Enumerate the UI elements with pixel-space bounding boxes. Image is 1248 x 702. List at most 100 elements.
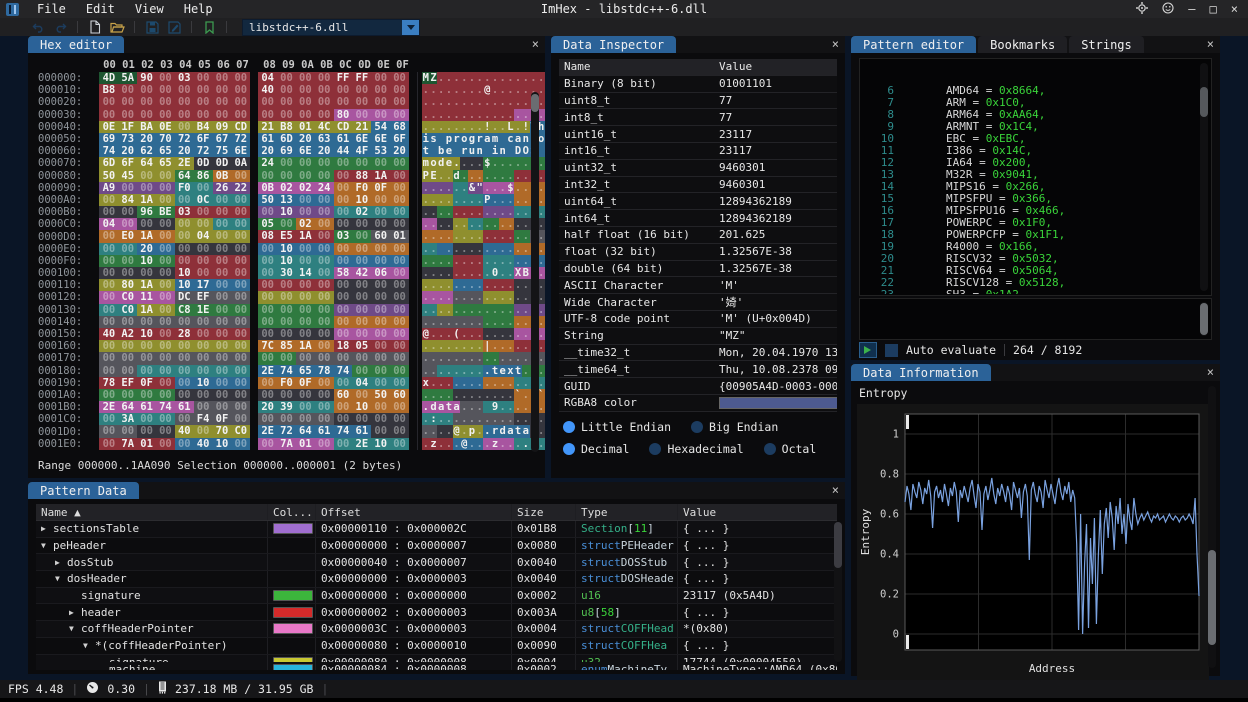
hex-byte[interactable]: 85: [277, 340, 296, 352]
hex-byte[interactable]: 65: [296, 365, 315, 377]
hex-byte[interactable]: 00: [315, 413, 334, 425]
hex-byte[interactable]: 00: [371, 413, 390, 425]
hex-row[interactable]: 000120:00C01100DCEF00000000000000000000.…: [28, 291, 545, 303]
code-line[interactable]: 6AMD64 = 0x8664,: [860, 85, 1211, 97]
hex-byte[interactable]: 00: [258, 170, 277, 182]
inspector-row[interactable]: Wide Character'婍': [559, 294, 837, 311]
hex-byte[interactable]: 00: [118, 96, 137, 108]
hex-byte[interactable]: A9: [99, 182, 118, 194]
hex-byte[interactable]: 00: [213, 365, 232, 377]
hex-byte[interactable]: 6D: [99, 157, 118, 169]
pattern-data-row[interactable]: signature0x00000000 : 0x00000000x0002u16…: [36, 588, 837, 605]
hex-byte[interactable]: 00: [334, 170, 353, 182]
hex-byte[interactable]: 00: [118, 218, 137, 230]
hex-byte[interactable]: 00: [371, 72, 390, 84]
hex-byte[interactable]: 00: [258, 109, 277, 121]
hex-byte[interactable]: 28: [175, 328, 194, 340]
hex-byte[interactable]: 00: [156, 84, 175, 96]
hex-byte[interactable]: 20: [296, 133, 315, 145]
hex-byte[interactable]: 00: [213, 243, 232, 255]
hex-row[interactable]: 000110:00801A00101700000000000000000000.…: [28, 279, 545, 291]
close-icon[interactable]: ×: [832, 37, 839, 51]
pattern-data-col-offset[interactable]: Offset: [316, 504, 512, 520]
hex-byte[interactable]: 21: [258, 121, 277, 133]
inspector-row[interactable]: GUID{00905A4D-0003-0000-0: [559, 378, 837, 395]
hex-byte[interactable]: 24: [315, 182, 334, 194]
close-icon[interactable]: ×: [832, 483, 839, 497]
hex-byte[interactable]: 00: [352, 218, 371, 230]
hex-byte[interactable]: 00: [137, 109, 156, 121]
hex-byte[interactable]: 00: [390, 170, 409, 182]
close-button[interactable]: ×: [1231, 2, 1238, 16]
hex-byte[interactable]: 00: [137, 340, 156, 352]
hex-row[interactable]: 000190:78EF0F000010000000F00F0000040000x…: [28, 377, 545, 389]
hex-byte[interactable]: 00: [315, 72, 334, 84]
hex-byte[interactable]: 00: [390, 84, 409, 96]
hex-byte[interactable]: 6D: [277, 133, 296, 145]
code-line[interactable]: 9ARMNT = 0x1C4,: [860, 121, 1211, 133]
hex-byte[interactable]: 00: [118, 389, 137, 401]
hex-byte[interactable]: 00: [137, 352, 156, 364]
hex-byte[interactable]: 00: [277, 328, 296, 340]
hex-byte[interactable]: 74: [334, 365, 353, 377]
hex-byte[interactable]: 00: [390, 206, 409, 218]
hex-byte[interactable]: 10: [277, 255, 296, 267]
hex-byte[interactable]: 0D: [194, 157, 213, 169]
hex-byte[interactable]: 00: [315, 389, 334, 401]
hex-byte[interactable]: F0: [277, 377, 296, 389]
hex-byte[interactable]: 00: [277, 304, 296, 316]
hex-byte[interactable]: 00: [334, 96, 353, 108]
hex-byte[interactable]: 00: [390, 377, 409, 389]
hex-byte[interactable]: FF: [334, 72, 353, 84]
hex-byte[interactable]: 00: [99, 389, 118, 401]
hex-row[interactable]: 0000A0:00841A00000C00005013000000100000.…: [28, 194, 545, 206]
pattern-data-row[interactable]: signature0x00000080 : 0x00000080x0004u32…: [36, 655, 837, 663]
hex-byte[interactable]: 1E: [194, 304, 213, 316]
hex-row[interactable]: 000180:00000000000000002E74657874000000.…: [28, 365, 545, 377]
hex-byte[interactable]: 06: [371, 267, 390, 279]
hex-byte[interactable]: 00: [258, 255, 277, 267]
hex-byte[interactable]: 1A: [296, 340, 315, 352]
tab-hex-editor[interactable]: Hex editor: [28, 36, 124, 53]
hex-byte[interactable]: 63: [315, 133, 334, 145]
hex-byte[interactable]: 00: [371, 84, 390, 96]
feedback-smiley-icon[interactable]: [1162, 2, 1174, 17]
hex-byte[interactable]: 00: [334, 182, 353, 194]
hex-byte[interactable]: 00: [175, 377, 194, 389]
inspector-row[interactable]: __time32_tMon, 20.04.1970 13:51: [559, 345, 837, 362]
inspector-row[interactable]: __time64_tThu, 10.08.2378 09:16: [559, 361, 837, 378]
hex-byte[interactable]: 00: [213, 206, 232, 218]
hex-byte[interactable]: 00: [296, 413, 315, 425]
hex-byte[interactable]: E0: [118, 230, 137, 242]
hex-byte[interactable]: 72: [277, 425, 296, 437]
hex-byte[interactable]: 00: [334, 304, 353, 316]
hex-byte[interactable]: 00: [156, 230, 175, 242]
hex-byte[interactable]: 50: [258, 194, 277, 206]
hex-byte[interactable]: 00: [277, 389, 296, 401]
hex-byte[interactable]: 64: [175, 170, 194, 182]
hex-byte[interactable]: 0D: [213, 157, 232, 169]
hex-byte[interactable]: 00: [213, 96, 232, 108]
hex-byte[interactable]: 64: [118, 401, 137, 413]
hex-byte[interactable]: 00: [371, 425, 390, 437]
hex-byte[interactable]: 00: [156, 413, 175, 425]
hex-byte[interactable]: 00: [296, 389, 315, 401]
save-as-icon[interactable]: [166, 19, 182, 35]
hex-byte[interactable]: 00: [99, 316, 118, 328]
hex-byte[interactable]: 00: [118, 267, 137, 279]
hex-scrollbar[interactable]: [531, 92, 539, 452]
hex-byte[interactable]: 08: [258, 230, 277, 242]
hex-byte[interactable]: 01: [296, 121, 315, 133]
hex-byte[interactable]: 00: [258, 267, 277, 279]
hex-byte[interactable]: 2E: [258, 425, 277, 437]
hex-byte[interactable]: 00: [156, 389, 175, 401]
hex-byte[interactable]: 3A: [118, 413, 137, 425]
chevron-right-icon[interactable]: ▶: [41, 524, 53, 533]
hex-rows[interactable]: 000000:4D5A90000300000004000000FFFF0000M…: [28, 72, 545, 450]
hex-byte[interactable]: 50: [99, 170, 118, 182]
hex-byte[interactable]: 00: [231, 352, 250, 364]
hex-row[interactable]: 000000:4D5A90000300000004000000FFFF0000M…: [28, 72, 545, 84]
close-icon[interactable]: ×: [1207, 37, 1214, 51]
hex-byte[interactable]: C8: [175, 304, 194, 316]
hex-byte[interactable]: 00: [352, 365, 371, 377]
